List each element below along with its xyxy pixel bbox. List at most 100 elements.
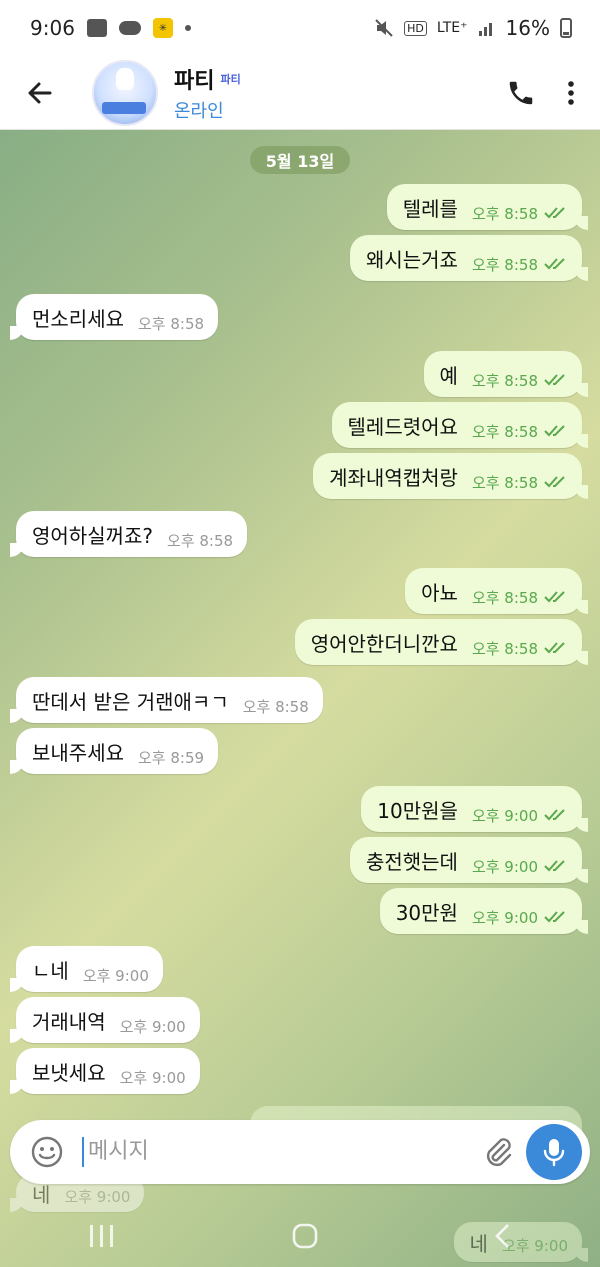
message-input[interactable]: 메시지 [82, 1137, 482, 1167]
message-bubble-incoming[interactable]: 영어하실꺼죠? 오후 8:58 [9, 511, 248, 557]
back-nav-icon[interactable] [493, 1222, 513, 1250]
message-time: 오후 8:58 [138, 314, 205, 333]
message-text: 거래내역 [32, 1009, 106, 1034]
back-button[interactable] [0, 56, 80, 130]
message-text: 영어안한더니깐요 [310, 631, 458, 656]
message-text: 영어하실꺼죠? [32, 523, 154, 548]
avatar-logo [102, 101, 146, 114]
message-bubble-incoming[interactable]: 보냇세요 오후 9:00 [10, 1048, 200, 1094]
network-type: LTE⁺ [436, 20, 468, 36]
read-receipt-icon [544, 591, 565, 603]
status-right: HD LTE⁺ 16% [374, 16, 572, 40]
message-time: 오후 8:59 [138, 748, 205, 767]
home-icon[interactable] [291, 1222, 319, 1250]
recent-apps-icon[interactable] [87, 1223, 117, 1249]
message-text: ㄴ네 [32, 958, 69, 983]
status-left: 9:06 ✳ [30, 16, 191, 40]
more-notifications-icon [184, 25, 191, 31]
message-bubble-outgoing[interactable]: 아뇨 오후 8:58 [405, 568, 588, 614]
system-nav-bar [0, 1205, 600, 1267]
message-time: 오후 8:58 [471, 422, 538, 441]
read-receipt-icon [544, 258, 565, 270]
read-receipt-icon [544, 860, 565, 872]
more-options-icon[interactable] [566, 78, 576, 108]
read-receipt-icon [544, 809, 565, 821]
message-time: 오후 8:58 [471, 371, 538, 390]
battery-icon [560, 18, 572, 38]
mute-icon [375, 19, 393, 37]
microphone-icon [543, 1139, 565, 1167]
signal-icon [478, 23, 492, 36]
message-text: 아뇨 [421, 580, 458, 605]
message-time: 오후 9:00 [471, 857, 538, 876]
back-arrow-icon [28, 82, 52, 103]
message-bubble-outgoing[interactable]: 계좌내역캡처랑 오후 8:58 [313, 453, 588, 499]
message-time: 오후 9:00 [119, 1068, 186, 1087]
status-bar: 9:06 ✳ HD LTE⁺ 16% [0, 0, 600, 56]
hd-icon: HD [404, 20, 427, 36]
gallery-icon [86, 19, 107, 37]
message-bubble-incoming[interactable]: 딴데서 받은 거랜애ㅋㄱ 오후 8:58 [10, 677, 323, 723]
battery-percent: 16% [505, 16, 550, 40]
avatar[interactable] [92, 59, 158, 126]
message-time: 오후 8:58 [471, 588, 538, 607]
message-time: 오후 9:00 [471, 806, 538, 825]
message-text: 먼소리세요 [32, 306, 124, 331]
message-time: 오후 8:58 [471, 473, 538, 492]
read-receipt-icon [544, 425, 565, 437]
message-time: 오후 8:58 [471, 255, 538, 274]
title-badge: 파티 [220, 72, 241, 86]
message-text: 딴데서 받은 거랜애ㅋㄱ [32, 689, 229, 714]
emoji-icon[interactable] [30, 1135, 64, 1169]
message-bubble-incoming[interactable]: ㄴ네 오후 9:00 [10, 946, 163, 992]
rabbit-mascot-icon [116, 67, 134, 90]
cloud-icon [118, 21, 141, 35]
message-time: 오후 8:58 [167, 531, 234, 550]
message-bubble-outgoing[interactable]: 10만원을 오후 9:00 [361, 786, 588, 832]
message-bubble-outgoing[interactable]: 텔레드렷어요 오후 8:58 [331, 402, 589, 448]
chat-header: 파티 파티 온라인 [0, 56, 600, 130]
message-text: 30만원 [395, 900, 458, 925]
read-receipt-icon [544, 207, 565, 219]
message-text: 텔레를 [402, 196, 458, 221]
voice-record-button[interactable] [526, 1124, 582, 1180]
message-bubble-outgoing[interactable]: 영어안한더니깐요 오후 8:58 [294, 619, 589, 665]
read-receipt-icon [544, 911, 565, 923]
message-composer: 메시지 [10, 1120, 590, 1184]
phone-icon[interactable] [506, 78, 536, 108]
read-receipt-icon [544, 642, 565, 654]
message-bubble-outgoing[interactable]: 텔레를 오후 8:58 [386, 184, 589, 230]
message-text: 왜시는거죠 [365, 247, 458, 272]
message-time: 오후 9:00 [471, 908, 538, 927]
read-receipt-icon [544, 374, 565, 386]
message-bubble-outgoing[interactable]: 충전햇는데 오후 9:00 [349, 837, 589, 883]
message-bubble-outgoing[interactable]: 30만원 오후 9:00 [379, 888, 589, 934]
message-time: 오후 9:00 [82, 966, 149, 985]
date-divider: 5월 13일 [250, 146, 350, 174]
message-bubble-outgoing[interactable]: 왜시는거죠 오후 8:58 [349, 235, 589, 281]
message-time: 오후 8:58 [471, 204, 538, 223]
read-receipt-icon [544, 476, 565, 488]
message-text: 계좌내역캡처랑 [329, 465, 458, 490]
message-bubble-incoming[interactable]: 먼소리세요 오후 8:58 [9, 294, 219, 340]
message-bubble-incoming[interactable]: 보내주세요 오후 8:59 [9, 728, 219, 774]
message-text: 텔레드렷어요 [347, 414, 458, 439]
message-time: 오후 9:00 [119, 1017, 186, 1036]
header-actions [506, 78, 600, 108]
message-text: 충전햇는데 [365, 849, 458, 874]
message-text: 10만원을 [377, 798, 458, 823]
message-bubble-incoming[interactable]: 거래내역 오후 9:00 [10, 997, 200, 1043]
app-notification-icon: ✳ [152, 18, 173, 38]
message-text: 예 [439, 363, 458, 388]
message-text: 보내주세요 [32, 740, 124, 765]
message-bubble-outgoing[interactable]: 예 오후 8:58 [423, 351, 589, 397]
chat-title: 파티 [174, 68, 215, 94]
message-text: 보냇세요 [32, 1060, 106, 1085]
message-time: 오후 8:58 [471, 639, 538, 658]
chat-title-block[interactable]: 파티 파티 온라인 [174, 63, 241, 123]
online-status: 온라인 [174, 100, 224, 122]
attach-icon[interactable] [482, 1136, 514, 1168]
status-time: 9:06 [30, 16, 75, 40]
message-time: 오후 8:58 [242, 697, 309, 716]
message-time: 오후 9:00 [64, 1187, 131, 1206]
